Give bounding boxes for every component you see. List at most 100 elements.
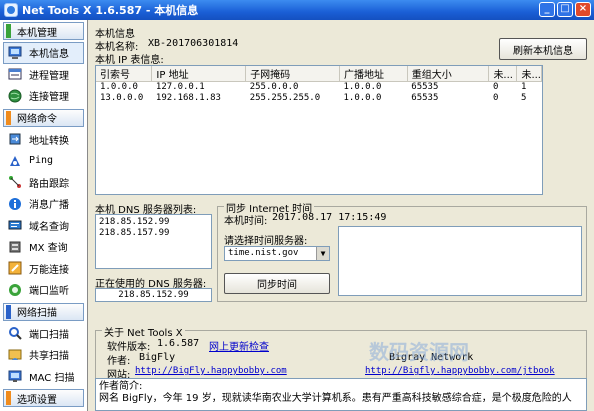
route-icon (8, 175, 22, 189)
minimize-button[interactable]: _ (539, 2, 555, 17)
column-header[interactable]: 子网掩码 (245, 66, 340, 82)
version-label: 软件版本: (107, 342, 151, 353)
sidebar-item-universal-connect[interactable]: 万能连接 (0, 258, 87, 280)
list-item[interactable]: 218.85.152.99 (99, 217, 208, 228)
globe-icon (8, 89, 22, 103)
sidebar-item-address-convert[interactable]: 地址转换 (0, 129, 87, 151)
section-color-bar (6, 24, 11, 38)
intro-text: 网名 BigFly，今年 19 岁，现就读华南农业大学计算机系。患有严重高科技敏… (99, 393, 572, 404)
convert-icon (8, 132, 22, 146)
section-local-management[interactable]: 本机管理 (3, 22, 84, 40)
sidebar-item-ping[interactable]: Ping (0, 150, 87, 172)
sidebar: 本机管理 本机信息 进程管理 连接管理 网络命令 地址转换 Ping 路由跟踪 … (0, 20, 88, 411)
intro-label: 作者简介: (99, 381, 143, 392)
process-icon (8, 67, 22, 81)
sidebar-item-label: 进程管理 (29, 70, 69, 82)
section-label: 本机管理 (17, 27, 57, 39)
update-check-link[interactable]: 网上更新检查 (209, 338, 269, 353)
dns-server-list[interactable]: 218.85.152.99 218.85.157.99 (95, 214, 212, 269)
table-cell: 65535 (411, 93, 439, 103)
sidebar-item-mac-scan[interactable]: MAC 扫描 (0, 366, 87, 388)
share-icon (8, 348, 22, 362)
table-row[interactable]: 1.0.0.0 127.0.0.1 255.0.0.0 1.0.0.0 6553… (96, 82, 542, 93)
section-color-bar (6, 304, 11, 319)
section-label: 选项设置 (17, 394, 57, 406)
sidebar-item-mx-lookup[interactable]: MX 查询 (0, 236, 87, 258)
time-server-value: time.nist.gov (228, 248, 299, 258)
sidebar-item-label: 端口扫描 (29, 329, 69, 341)
column-header[interactable]: 未... (488, 66, 518, 82)
mac-icon (8, 369, 22, 383)
maximize-button[interactable]: □ (557, 2, 573, 17)
chevron-down-icon[interactable]: ▼ (316, 247, 329, 260)
close-button[interactable]: × (575, 2, 591, 17)
author-value: BigFly (139, 352, 176, 363)
table-cell: 1.0.0.0 (343, 82, 382, 93)
column-header[interactable]: 引索号 (96, 66, 153, 82)
current-dns-field[interactable]: 218.85.152.99 (95, 288, 212, 302)
time-sync-log[interactable] (338, 226, 582, 296)
section-color-bar (6, 391, 11, 405)
table-cell: 1.0.0.0 (343, 93, 382, 103)
sidebar-item-share-scan[interactable]: 共享扫描 (0, 344, 87, 366)
computer-icon (8, 46, 22, 60)
domain-icon (8, 218, 22, 232)
app-icon (4, 3, 18, 17)
sidebar-item-label: 连接管理 (29, 92, 69, 104)
list-item[interactable]: 218.85.157.99 (99, 228, 208, 239)
sidebar-item-label: 共享扫描 (29, 351, 69, 363)
listen-icon (8, 283, 22, 297)
info-icon (8, 197, 22, 211)
site-link[interactable]: http://BigFly.happybobby.com (135, 366, 287, 376)
sync-time-button[interactable]: 同步时间 (224, 273, 330, 294)
ip-table[interactable]: 引索号 IP 地址 子网掩码 广播地址 重组大小 未... 未... 1.0.0… (95, 65, 543, 195)
sidebar-item-broadcast[interactable]: 消息广播 (0, 193, 87, 215)
section-network-scan[interactable]: 网络扫描 (3, 302, 84, 321)
sidebar-item-label: 端口监听 (29, 286, 69, 298)
port-scan-icon (8, 326, 22, 340)
version-value: 1.6.587 (157, 338, 200, 349)
sidebar-item-label: 路由跟踪 (29, 178, 69, 190)
table-cell: 0 (492, 93, 499, 103)
table-row[interactable]: 13.0.0.0 192.168.1.83 255.255.255.0 1.0.… (96, 93, 542, 104)
author-label: 作者: (107, 356, 131, 367)
sidebar-item-port-scan[interactable]: 端口扫描 (0, 323, 87, 345)
publisher-link[interactable]: http://Bigfly.happybobby.com/jtbook (365, 366, 555, 376)
sidebar-item-port-listen[interactable]: 端口监听 (0, 279, 87, 301)
watermark-text: 数码资源网 (369, 340, 469, 364)
local-time-value: 2017.08.17 17:15:49 (272, 212, 387, 223)
refresh-info-button[interactable]: 刷新本机信息 (499, 38, 587, 60)
title-bar: Net Tools X 1.6.587 - 本机信息 _ □ × (0, 0, 594, 20)
local-time-label: 本机时间: (224, 216, 268, 227)
sidebar-item-label: MX 查询 (29, 243, 68, 255)
author-intro-box[interactable]: 作者简介: 网名 BigFly，今年 19 岁，现就读华南农业大学计算机系。患有… (95, 378, 587, 411)
column-header[interactable]: 重组大小 (407, 66, 490, 82)
time-server-select[interactable]: time.nist.gov ▼ (224, 246, 330, 261)
sidebar-item-process[interactable]: 进程管理 (0, 64, 87, 86)
column-header[interactable]: 未... (516, 66, 542, 82)
table-cell: 1 (520, 82, 527, 93)
ip-table-header: 引索号 IP 地址 子网掩码 广播地址 重组大小 未... 未... (96, 66, 542, 82)
sidebar-item-label: 本机信息 (29, 49, 69, 61)
column-header[interactable]: IP 地址 (151, 66, 247, 82)
sidebar-item-domain-lookup[interactable]: 域名查询 (0, 215, 87, 237)
sidebar-item-label: MAC 扫描 (29, 372, 75, 384)
sidebar-item-label: 消息广播 (29, 200, 69, 212)
sidebar-item-label: 地址转换 (29, 135, 69, 147)
section-label: 网络扫描 (17, 308, 57, 319)
sidebar-item-local-info[interactable]: 本机信息 (3, 42, 84, 64)
table-cell: 65535 (411, 82, 439, 93)
about-title: 关于 Net Tools X (102, 324, 185, 339)
sidebar-item-connections[interactable]: 连接管理 (0, 85, 87, 107)
ip-table-grid: 引索号 IP 地址 子网掩码 广播地址 重组大小 未... 未... 1.0.0… (96, 66, 542, 104)
section-options[interactable]: 选项设置 (3, 389, 84, 407)
ip-table-label: 本机 IP 表信息: (95, 55, 164, 66)
column-header[interactable]: 广播地址 (339, 66, 408, 82)
table-cell: 255.255.255.0 (249, 93, 321, 103)
table-cell: 1.0.0.0 (100, 82, 138, 93)
sidebar-item-traceroute[interactable]: 路由跟踪 (0, 172, 87, 194)
section-label: 网络命令 (17, 114, 57, 125)
table-cell: 127.0.0.1 (155, 82, 205, 93)
table-cell: 13.0.0.0 (100, 93, 144, 103)
section-network-commands[interactable]: 网络命令 (3, 108, 84, 127)
